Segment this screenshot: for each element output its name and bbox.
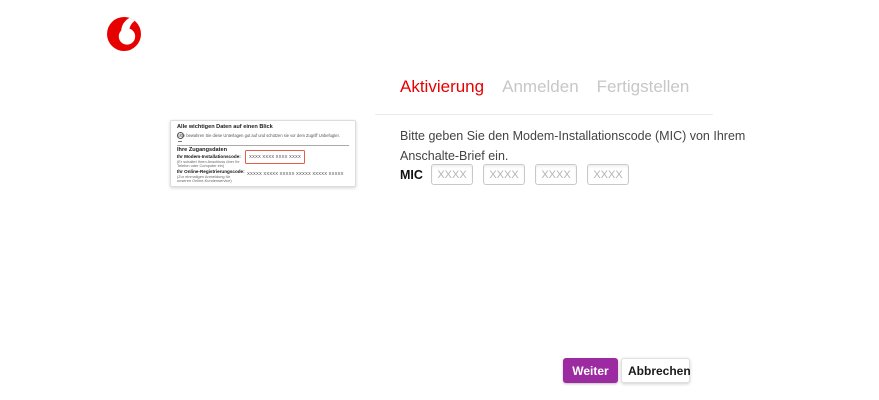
letter-modem-label: Ihr Modem-Installationscode:	[177, 154, 241, 159]
letter-notice: i Bitte bewahren Sie diese Unterlagen gu…	[177, 132, 184, 139]
mic-input-2[interactable]	[483, 164, 525, 185]
letter-dash	[178, 141, 182, 142]
mic-instruction: Bitte geben Sie den Modem-Installationsc…	[400, 126, 745, 166]
tab-fertigstellen[interactable]: Fertigstellen	[597, 77, 690, 97]
tab-anmelden[interactable]: Anmelden	[502, 77, 579, 97]
mic-instruction-line: Anschalte-Brief ein.	[400, 146, 745, 166]
letter-separator	[177, 145, 349, 146]
letter-mic-highlight-box: XXXX XXXX XXXX XXXX	[245, 150, 305, 164]
mic-input-3[interactable]	[535, 164, 577, 185]
letter-title: Alle wichtigen Daten auf einen Blick	[177, 124, 273, 130]
anschalte-brief-preview: Alle wichtigen Daten auf einen Blick i B…	[170, 120, 356, 187]
letter-online-label: Ihr Online-Registrierungscode:	[177, 169, 245, 174]
letter-online-value: XXXXX XXXXX XXXXX XXXXX XXXXX XXXXX	[247, 171, 344, 176]
mic-label: MIC	[400, 168, 431, 182]
letter-modem-sub: Telefon oder Computer ein)	[177, 163, 224, 168]
letter-notice-text: Bitte bewahren Sie diese Unterlagen gut …	[177, 133, 340, 138]
tabs-divider	[375, 114, 713, 115]
weiter-button[interactable]: Weiter	[563, 358, 618, 383]
letter-online-sub: unseren Online-Kundenservice)	[177, 178, 232, 183]
mic-instruction-line: Bitte geben Sie den Modem-Installationsc…	[400, 126, 745, 146]
mic-input-row: MIC	[400, 164, 639, 185]
abbrechen-button[interactable]: Abbrechen	[621, 358, 690, 383]
vodafone-logo-icon	[107, 17, 141, 51]
tab-aktivierung[interactable]: Aktivierung	[400, 77, 484, 97]
wizard-steps: Aktivierung Anmelden Fertigstellen	[400, 77, 689, 97]
mic-input-1[interactable]	[431, 164, 473, 185]
mic-input-4[interactable]	[587, 164, 629, 185]
letter-section-title: Ihre Zugangsdaten	[177, 147, 227, 153]
